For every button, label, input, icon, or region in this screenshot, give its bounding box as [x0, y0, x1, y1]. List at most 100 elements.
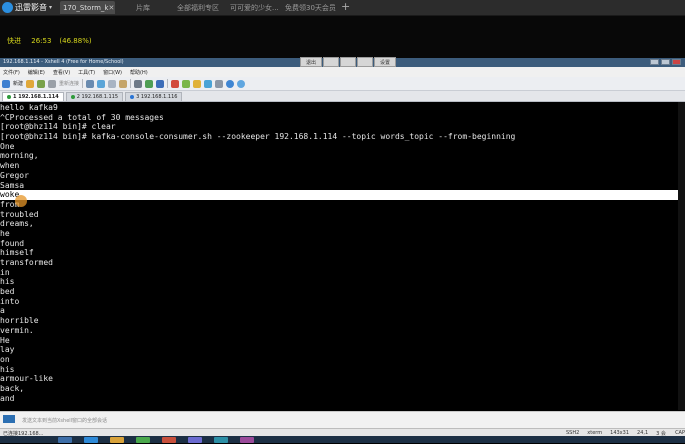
terminal-line: horrible	[0, 316, 39, 326]
terminal[interactable]: hello kafka9 ^CProcessed a total of 30 me…	[0, 102, 685, 410]
connected-icon	[70, 95, 75, 99]
color-scheme-icon[interactable]	[145, 79, 154, 88]
terminal-line: his	[0, 364, 15, 374]
terminal-line: He	[0, 335, 10, 345]
taskbar-app-icon[interactable]	[58, 437, 72, 443]
session-tab-114[interactable]: 1 192.168.1.114	[2, 92, 64, 101]
taskbar-app-icon[interactable]	[188, 437, 202, 443]
playback-status: 快进 26:53 (46.88%)	[7, 36, 100, 46]
video-area	[0, 16, 685, 58]
reconnect-icon[interactable]	[48, 79, 57, 88]
compose-icon[interactable]	[204, 79, 213, 88]
properties-icon[interactable]	[86, 79, 95, 88]
player-tab-vip[interactable]: 免费领30天会员	[285, 1, 336, 14]
terminal-line: he	[0, 228, 10, 238]
new-session-icon[interactable]	[2, 79, 10, 88]
session-tab-label: 1 192.168.1.114	[13, 94, 59, 100]
minimize-button[interactable]	[650, 59, 659, 65]
help-icon[interactable]	[226, 79, 235, 88]
terminal-line: [root@bhz114 bin]# clear	[0, 122, 116, 132]
menu-edit[interactable]: 编辑(E)	[28, 69, 45, 76]
add-tab-button[interactable]: +	[341, 0, 350, 13]
toolbar: 新建 重新连接	[0, 77, 685, 91]
maximize-button[interactable]	[661, 59, 670, 65]
window-title: 192.168.1.114 - Xshell 4 (Free for Home/…	[3, 59, 124, 65]
menu-help[interactable]: 帮助(H)	[130, 69, 148, 76]
menu-file[interactable]: 文件(F)	[3, 69, 20, 76]
compose-bar[interactable]: 发送文本到当前Xshell窗口的全部会话	[0, 411, 685, 428]
find-icon[interactable]	[119, 79, 128, 88]
menu-view[interactable]: 查看(V)	[53, 69, 70, 76]
player-tab-welfare[interactable]: 全部福利专区	[177, 1, 219, 14]
exit-button[interactable]: 退出	[300, 57, 322, 67]
player-logo[interactable]: 迅雷影音 ▾	[2, 1, 52, 14]
session-tab-label: 3 192.168.1.116	[136, 94, 178, 100]
menu-bar: 文件(F) 编辑(E) 查看(V) 工具(T) 窗口(W) 帮助(H)	[0, 67, 685, 77]
menu-window[interactable]: 窗口(W)	[103, 69, 122, 76]
terminal-line: into	[0, 296, 20, 306]
settings-button[interactable]: 设置	[374, 57, 396, 67]
print-icon[interactable]	[134, 79, 143, 88]
connected-icon	[130, 95, 135, 99]
terminal-line: back,	[0, 383, 25, 393]
transfer-icon[interactable]	[171, 79, 180, 88]
menu-tools[interactable]: 工具(T)	[78, 69, 95, 76]
terminal-line: morning,	[0, 151, 39, 161]
terminal-line: lay	[0, 345, 15, 355]
lock-icon[interactable]	[193, 79, 202, 88]
player-tab-video[interactable]: 可可爱的少女...	[230, 1, 279, 14]
taskbar-app-icon[interactable]	[162, 437, 176, 443]
taskbar-app-icon[interactable]	[136, 437, 150, 443]
terminal-line: armour-like	[0, 374, 53, 384]
copy-icon[interactable]	[97, 79, 106, 88]
connected-icon	[7, 95, 11, 99]
pin-button[interactable]	[357, 57, 373, 67]
terminal-line: found	[0, 238, 25, 248]
compose-menu-icon[interactable]	[3, 415, 15, 423]
terminal-output: hello kafka9 ^CProcessed a total of 30 me…	[0, 103, 685, 403]
terminal-line: his	[0, 277, 15, 287]
paste-icon[interactable]	[108, 79, 117, 88]
script-icon[interactable]	[182, 79, 191, 88]
os-taskbar	[0, 436, 685, 443]
terminal-line: dreams,	[0, 219, 34, 229]
taskbar-app-icon[interactable]	[214, 437, 228, 443]
session-tab-115[interactable]: 2 192.168.1.115	[65, 92, 124, 101]
player-app-name: 迅雷影音	[15, 3, 47, 12]
terminal-line: [root@bhz114 bin]# kafka-console-consume…	[0, 132, 516, 142]
reconnect-label[interactable]: 重新连接	[59, 80, 79, 87]
open-folder-icon[interactable]	[26, 79, 35, 88]
taskbar-app-icon[interactable]	[84, 437, 98, 443]
taskbar-app-icon[interactable]	[110, 437, 124, 443]
session-tab-label: 2 192.168.1.115	[76, 94, 119, 100]
session-tab-row: 1 192.168.1.114 2 192.168.1.115 3 192.16…	[0, 91, 685, 102]
layout-icon[interactable]	[215, 79, 224, 88]
terminal-line: in	[0, 267, 10, 277]
new-session-label[interactable]: 新建	[13, 80, 23, 87]
mouse-cursor-highlight	[15, 195, 27, 207]
player-tab-active[interactable]: 170_Storm_k ✕	[60, 1, 115, 14]
taskbar-app-icon[interactable]	[240, 437, 254, 443]
close-window-button[interactable]	[672, 59, 681, 65]
terminal-line: and	[0, 393, 15, 403]
compose-input-placeholder[interactable]: 发送文本到当前Xshell窗口的全部会话	[22, 417, 107, 424]
playback-time: 26:53	[31, 37, 52, 45]
player-tab-label: 170_Storm_k	[63, 3, 109, 12]
terminal-line: Gregor	[0, 170, 29, 180]
terminal-line: transformed	[0, 258, 53, 267]
fullscreen-button[interactable]	[323, 57, 339, 67]
link-icon[interactable]	[37, 79, 46, 88]
session-tab-116[interactable]: 3 192.168.1.116	[125, 92, 183, 101]
terminal-line: ^CProcessed a total of 30 messages	[0, 112, 164, 122]
terminal-line: hello kafka9	[0, 103, 58, 112]
terminal-line: One	[0, 141, 15, 151]
terminal-line: a	[0, 306, 5, 316]
close-icon[interactable]: ✕	[108, 4, 114, 12]
terminal-line: on	[0, 354, 10, 364]
font-icon[interactable]	[156, 79, 165, 88]
info-icon[interactable]	[237, 79, 246, 88]
window-button[interactable]	[340, 57, 356, 67]
player-tab-library[interactable]: 片库	[136, 1, 150, 14]
terminal-scrollbar[interactable]	[678, 102, 685, 410]
playback-percent: (46.88%)	[59, 37, 92, 45]
